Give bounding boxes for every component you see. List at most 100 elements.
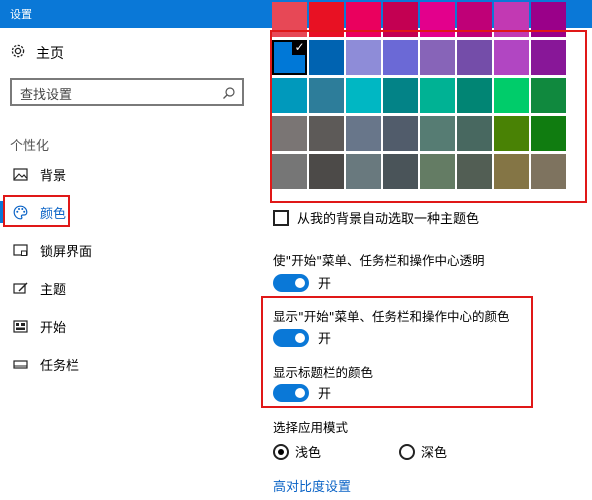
show-color-start-toggle[interactable] — [273, 328, 309, 347]
show-titlebar-toggle-row[interactable]: 开 — [273, 383, 331, 402]
color-swatch[interactable] — [383, 2, 418, 37]
sidebar-item-colors[interactable]: 颜色 — [0, 197, 66, 227]
color-swatch[interactable] — [346, 2, 381, 37]
sidebar-item-themes[interactable]: 主题 — [0, 273, 66, 303]
color-swatch[interactable] — [420, 116, 455, 151]
color-swatch[interactable] — [420, 78, 455, 113]
high-contrast-link[interactable]: 高对比度设置 — [273, 476, 351, 495]
sidebar: 主页 查找设置 个性化 背景 颜色 锁屏界面 主题 开始 任务栏 — [0, 28, 255, 500]
color-swatch[interactable] — [383, 154, 418, 189]
swatch-row — [272, 78, 566, 113]
taskbar-icon — [12, 356, 28, 372]
show-titlebar-label: 显示标题栏的颜色 — [273, 365, 374, 380]
color-swatch[interactable] — [531, 78, 566, 113]
color-swatch[interactable] — [494, 116, 529, 151]
lock-screen-icon — [12, 242, 28, 258]
color-swatch[interactable] — [309, 116, 344, 151]
show-titlebar-state: 开 — [318, 387, 332, 402]
mode-dark-option[interactable]: 深色 — [399, 442, 447, 461]
color-swatch[interactable] — [309, 2, 344, 37]
home-nav-item[interactable]: 主页 — [10, 42, 64, 64]
transparency-label: 使"开始"菜单、任务栏和操作中心透明 — [273, 253, 485, 268]
color-swatch[interactable] — [383, 78, 418, 113]
transparency-state: 开 — [318, 277, 332, 292]
color-swatch[interactable] — [272, 116, 307, 151]
mode-light-label: 浅色 — [295, 446, 322, 461]
home-label: 主页 — [36, 46, 64, 62]
auto-pick-checkbox[interactable] — [273, 209, 289, 226]
color-swatch[interactable] — [531, 40, 566, 75]
swatch-row — [272, 2, 566, 37]
color-swatch[interactable] — [494, 40, 529, 75]
sidebar-item-taskbar[interactable]: 任务栏 — [0, 349, 79, 379]
mode-dark-label: 深色 — [421, 446, 448, 461]
swatch-row — [272, 116, 566, 151]
show-color-start-toggle-row[interactable]: 开 — [273, 328, 331, 347]
color-swatch[interactable] — [457, 78, 492, 113]
color-swatch[interactable] — [309, 154, 344, 189]
sidebar-item-label: 锁屏界面 — [40, 244, 93, 260]
sidebar-item-label: 任务栏 — [40, 358, 80, 374]
sidebar-item-label: 背景 — [40, 168, 67, 184]
color-swatch[interactable] — [272, 154, 307, 189]
color-swatch[interactable] — [309, 78, 344, 113]
color-swatch[interactable] — [531, 154, 566, 189]
mode-light-option[interactable]: 浅色 — [273, 442, 321, 461]
mode-dark-radio[interactable] — [399, 443, 415, 460]
show-titlebar-toggle[interactable] — [273, 383, 309, 402]
window-title: 设置 — [10, 8, 32, 21]
sidebar-item-background[interactable]: 背景 — [0, 159, 66, 189]
show-color-start-label: 显示"开始"菜单、任务栏和操作中心的颜色 — [273, 309, 510, 324]
sidebar-item-label: 主题 — [40, 282, 67, 298]
mode-light-radio[interactable] — [273, 443, 289, 460]
color-swatch[interactable] — [531, 116, 566, 151]
active-indicator — [0, 201, 4, 223]
sidebar-item-start[interactable]: 开始 — [0, 311, 66, 341]
color-swatch[interactable] — [420, 40, 455, 75]
accent-color-grid: ✓ — [272, 2, 566, 192]
auto-pick-label: 从我的背景自动选取一种主题色 — [297, 212, 480, 227]
start-grid-icon — [12, 318, 28, 334]
show-color-start-state: 开 — [318, 332, 332, 347]
color-swatch[interactable] — [272, 2, 307, 37]
search-icon[interactable] — [222, 85, 236, 99]
color-swatch[interactable] — [309, 40, 344, 75]
sidebar-item-lock-screen[interactable]: 锁屏界面 — [0, 235, 92, 265]
toggle-knob — [295, 277, 305, 288]
color-swatch[interactable] — [346, 154, 381, 189]
colors-settings-panel: ✓ 从我的背景自动选取一种主题色 使"开始"菜单、任务栏和操作中心透明 开 显示… — [255, 2, 592, 500]
picture-icon — [12, 166, 28, 182]
color-swatch[interactable] — [494, 78, 529, 113]
auto-pick-row[interactable]: 从我的背景自动选取一种主题色 — [273, 208, 479, 227]
color-swatch[interactable] — [346, 78, 381, 113]
theme-brush-icon — [12, 280, 28, 296]
search-input[interactable]: 查找设置 — [10, 78, 244, 106]
color-swatch[interactable] — [457, 2, 492, 37]
color-swatch[interactable] — [383, 40, 418, 75]
swatch-row — [272, 154, 566, 189]
transparency-toggle-row[interactable]: 开 — [273, 273, 331, 292]
color-swatch[interactable] — [457, 154, 492, 189]
toggle-knob — [295, 332, 305, 343]
color-swatch[interactable] — [420, 154, 455, 189]
color-swatch[interactable] — [383, 116, 418, 151]
color-swatch[interactable] — [494, 154, 529, 189]
color-swatch[interactable] — [346, 116, 381, 151]
color-swatch[interactable] — [272, 78, 307, 113]
app-mode-label: 选择应用模式 — [273, 420, 349, 435]
color-swatch[interactable]: ✓ — [272, 40, 307, 75]
color-swatch[interactable] — [420, 2, 455, 37]
color-swatch[interactable] — [457, 116, 492, 151]
swatch-row: ✓ — [272, 40, 566, 75]
color-swatch[interactable] — [457, 40, 492, 75]
color-swatch[interactable] — [346, 40, 381, 75]
transparency-toggle[interactable] — [273, 273, 309, 292]
sidebar-item-label: 开始 — [40, 320, 67, 336]
palette-icon — [12, 204, 28, 220]
color-swatch[interactable] — [494, 2, 529, 37]
sidebar-item-label: 颜色 — [40, 206, 67, 222]
checkmark-icon: ✓ — [292, 40, 307, 55]
color-swatch[interactable] — [531, 2, 566, 37]
toggle-knob — [295, 387, 305, 398]
section-label: 个性化 — [10, 139, 50, 154]
